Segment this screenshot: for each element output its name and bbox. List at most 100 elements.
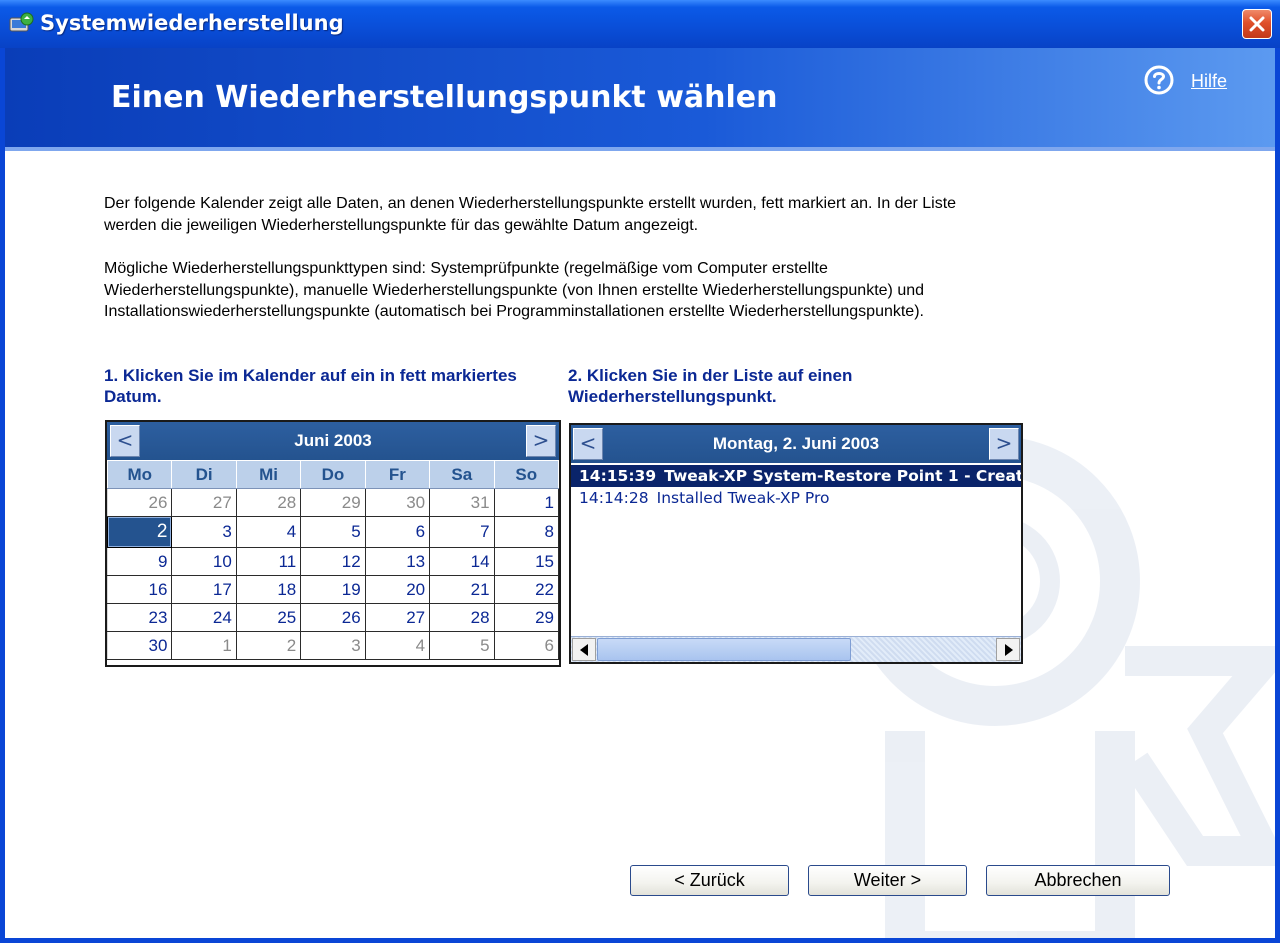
calendar-day[interactable]: 12 xyxy=(300,547,366,576)
weekday-label: Mo xyxy=(106,460,173,489)
calendar-day[interactable]: 22 xyxy=(493,575,560,604)
restore-point-item[interactable]: 14:14:28 Installed Tweak-XP Pro xyxy=(571,487,1021,509)
calendar-day[interactable]: 15 xyxy=(493,547,560,576)
restore-list-date-title: Montag, 2. Juni 2003 xyxy=(712,434,880,453)
calendar-day[interactable]: 10 xyxy=(171,547,237,576)
scroll-left-button[interactable] xyxy=(572,638,596,661)
calendar-day[interactable]: 24 xyxy=(171,603,237,632)
weekday-label: Fr xyxy=(364,460,431,489)
calendar-day[interactable]: 19 xyxy=(300,575,366,604)
window-title: Systemwiederherstellung xyxy=(40,11,344,35)
restore-point-list: < Montag, 2. Juni 2003 > 14:15:39 Tweak-X… xyxy=(569,423,1023,664)
restore-point-description: Installed Tweak-XP Pro xyxy=(656,489,830,507)
arrow-left-icon xyxy=(580,644,588,656)
calendar-day[interactable]: 27 xyxy=(364,603,431,632)
weekday-label: Di xyxy=(171,460,237,489)
calendar-day[interactable]: 31 xyxy=(429,488,495,517)
weekday-label: Do xyxy=(300,460,366,489)
scrollbar-thumb[interactable] xyxy=(597,638,851,661)
calendar: < Juni 2003 > Mo Di Mi Do Fr Sa So 26 27… xyxy=(105,420,561,667)
calendar-day[interactable]: 2 xyxy=(235,631,302,660)
calendar-next-month-button[interactable]: > xyxy=(526,425,556,457)
calendar-week-row: 23 24 25 26 27 28 29 xyxy=(106,603,560,632)
weekday-label: Sa xyxy=(429,460,495,489)
back-button[interactable]: < Zurück xyxy=(630,865,789,896)
calendar-month-title: Juni 2003 xyxy=(294,431,372,450)
next-button[interactable]: Weiter > xyxy=(808,865,967,896)
help-link[interactable]: Hilfe xyxy=(1191,71,1227,92)
calendar-day[interactable]: 14 xyxy=(429,547,495,576)
restore-point-item[interactable]: 14:15:39 Tweak-XP System-Restore Point 1 … xyxy=(571,465,1021,487)
calendar-week-row: 9 10 11 12 13 14 15 xyxy=(106,547,560,576)
calendar-day[interactable]: 1 xyxy=(171,631,237,660)
content-area: Der folgende Kalender zeigt alle Daten, … xyxy=(5,151,1275,938)
calendar-week-row: 30 1 2 3 4 5 6 xyxy=(106,631,560,660)
calendar-day[interactable]: 1 xyxy=(493,488,560,517)
calendar-day[interactable]: 30 xyxy=(364,488,431,517)
title-bar[interactable]: Systemwiederherstellung xyxy=(0,0,1280,48)
system-restore-window: Systemwiederherstellung Einen Wiederhers… xyxy=(0,0,1280,943)
step1-heading: 1. Klicken Sie im Kalender auf ein in fe… xyxy=(104,366,517,406)
window-frame-right xyxy=(1275,48,1280,943)
weekday-label: So xyxy=(493,460,560,489)
page-title: Einen Wiederherstellungspunkt wählen xyxy=(111,80,778,115)
restore-list-next-day-button[interactable]: > xyxy=(989,428,1019,460)
cancel-button[interactable]: Abbrechen xyxy=(986,865,1170,896)
calendar-day[interactable]: 28 xyxy=(429,603,495,632)
restore-point-description: Tweak-XP System-Restore Point 1 - Create… xyxy=(664,467,1021,485)
window-frame-bottom xyxy=(0,938,1280,943)
calendar-prev-month-button[interactable]: < xyxy=(110,425,140,457)
calendar-day[interactable]: 23 xyxy=(106,603,173,632)
calendar-day[interactable]: 6 xyxy=(364,516,431,548)
close-icon xyxy=(1249,16,1265,32)
calendar-day[interactable]: 18 xyxy=(235,575,302,604)
calendar-day[interactable]: 16 xyxy=(106,575,173,604)
restore-list-header: < Montag, 2. Juni 2003 > xyxy=(571,425,1021,463)
calendar-day[interactable]: 26 xyxy=(106,488,173,517)
calendar-day[interactable]: 7 xyxy=(429,516,495,548)
weekday-header-row: Mo Di Mi Do Fr Sa So xyxy=(106,460,560,489)
arrow-right-icon xyxy=(1005,644,1013,656)
calendar-day[interactable]: 5 xyxy=(429,631,495,660)
restore-point-time: 14:15:39 xyxy=(579,467,657,485)
calendar-day[interactable]: 25 xyxy=(235,603,302,632)
calendar-day[interactable]: 4 xyxy=(235,516,302,548)
calendar-day[interactable]: 3 xyxy=(300,631,366,660)
calendar-day[interactable]: 20 xyxy=(364,575,431,604)
calendar-day[interactable]: 11 xyxy=(235,547,302,576)
calendar-day[interactable]: 17 xyxy=(171,575,237,604)
intro-paragraph-2: Mögliche Wiederherstellungspunkttypen si… xyxy=(104,260,925,320)
calendar-day[interactable]: 28 xyxy=(235,488,302,517)
calendar-day[interactable]: 3 xyxy=(171,516,237,548)
calendar-day[interactable]: 8 xyxy=(493,516,560,548)
restore-list-prev-day-button[interactable]: < xyxy=(573,428,603,460)
horizontal-scrollbar[interactable] xyxy=(571,636,1021,662)
calendar-day[interactable]: 9 xyxy=(106,547,173,576)
calendar-grid: Mo Di Mi Do Fr Sa So 26 27 28 29 30 31 1 2 3 4 5 6 7… xyxy=(106,460,560,660)
calendar-day[interactable]: 4 xyxy=(364,631,431,660)
calendar-day[interactable]: 29 xyxy=(300,488,366,517)
calendar-day[interactable]: 21 xyxy=(429,575,495,604)
calendar-week-row: 16 17 18 19 20 21 22 xyxy=(106,575,560,604)
weekday-label: Mi xyxy=(235,460,302,489)
step2-heading: 2. Klicken Sie in der Liste auf einen Wi… xyxy=(568,366,853,406)
calendar-day[interactable]: 29 xyxy=(493,603,560,632)
calendar-day[interactable]: 5 xyxy=(300,516,366,548)
calendar-day[interactable]: 2 xyxy=(106,516,173,548)
calendar-day[interactable]: 30 xyxy=(106,631,173,660)
scroll-right-button[interactable] xyxy=(996,638,1020,661)
close-button[interactable] xyxy=(1242,9,1272,39)
calendar-day[interactable]: 27 xyxy=(171,488,237,517)
calendar-week-row: 26 27 28 29 30 31 1 xyxy=(106,488,560,517)
intro-paragraph-1: Der folgende Kalender zeigt alle Daten, … xyxy=(104,195,957,234)
system-restore-icon xyxy=(9,12,34,32)
calendar-day[interactable]: 6 xyxy=(493,631,560,660)
restore-point-time: 14:14:28 xyxy=(579,489,649,507)
calendar-week-row: 2345678 xyxy=(106,516,560,548)
calendar-day[interactable]: 13 xyxy=(364,547,431,576)
calendar-day[interactable]: 26 xyxy=(300,603,366,632)
calendar-header: < Juni 2003 > xyxy=(107,422,559,460)
restore-point-items: 14:15:39 Tweak-XP System-Restore Point 1 … xyxy=(571,465,1021,509)
calendar-days: 26 27 28 29 30 31 1 2 3 4 5 6 7 8 9 10 11 12 13 14 15 16 17 18 1… xyxy=(106,488,560,660)
question-icon[interactable] xyxy=(1143,64,1175,96)
